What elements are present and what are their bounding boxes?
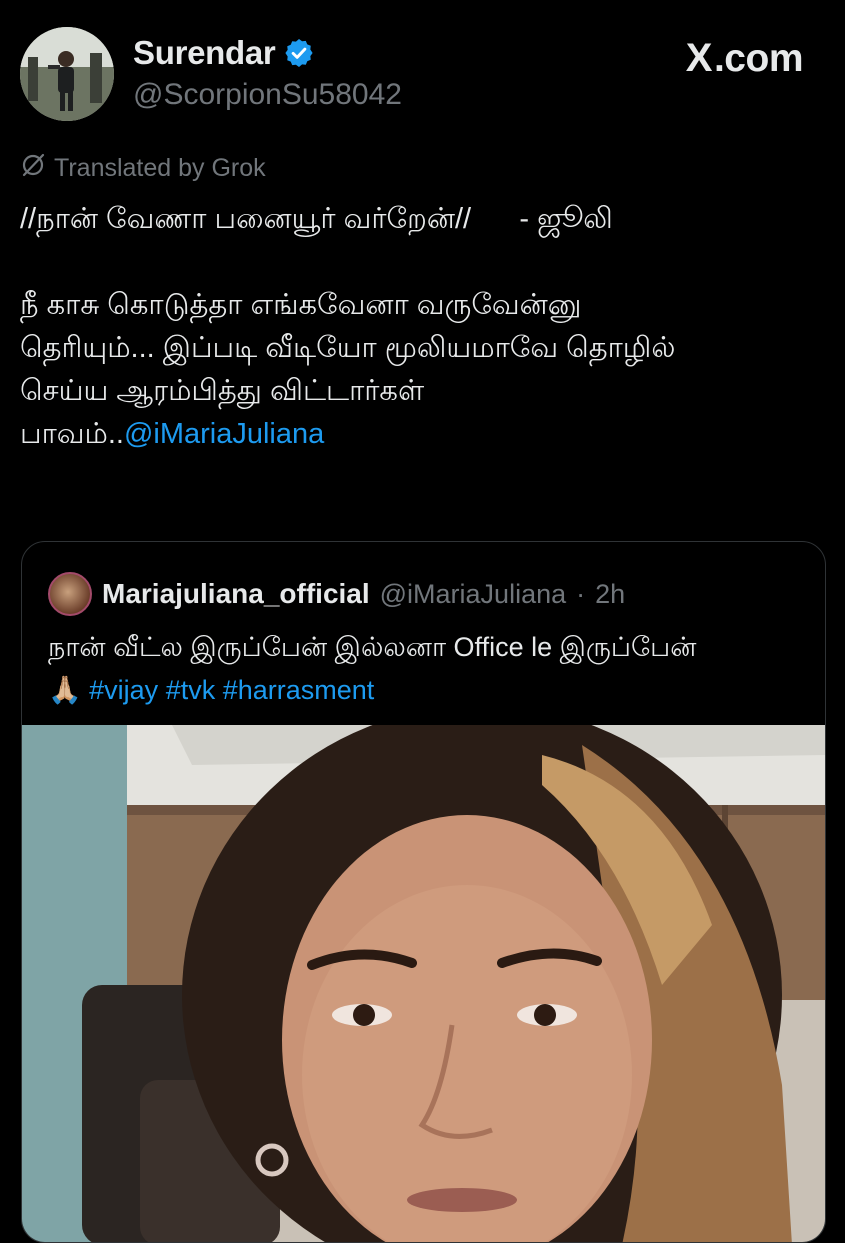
quoted-video-thumbnail[interactable] (22, 725, 825, 1242)
author-avatar-image (20, 27, 114, 121)
x-logo-text: .com (713, 36, 804, 80)
translation-label: Translated by Grok (54, 154, 266, 182)
x-logo: X .com (685, 36, 804, 81)
author-handle[interactable]: @ScorpionSu58042 (133, 78, 402, 112)
hashtag-link[interactable]: #vijay (89, 675, 158, 705)
hashtag-link[interactable]: #harrasment (223, 675, 375, 705)
author-avatar[interactable] (20, 27, 114, 121)
quoted-text-line: 🙏🏼 #vijay #tvk #harrasment (48, 669, 808, 712)
folded-hands-icon: 🙏🏼 (48, 675, 82, 706)
grok-slash-icon (20, 152, 46, 185)
quoted-post-card[interactable]: Mariajuliana_official @iMariaJuliana · 2… (21, 541, 826, 1243)
x-logo-icon: X (685, 36, 713, 80)
author-name-row[interactable]: Surendar (133, 34, 315, 72)
post-line: செய்ய ஆரம்பித்து விட்டார்கள் (20, 375, 425, 407)
post-line: நீ காசு கொடுத்தா எங்கவேனா வருவேன்னு (20, 289, 582, 321)
quoted-separator: · (576, 578, 586, 609)
author-display-name[interactable]: Surendar (133, 34, 276, 72)
post-line: தெரியும்... இப்படி வீடியோ மூலியமாவே தொழி… (20, 332, 676, 364)
quoted-author-avatar[interactable] (48, 572, 92, 616)
post-line-last: பாவம்..@iMariaJuliana (20, 413, 820, 456)
quoted-timestamp[interactable]: 2h (595, 579, 625, 610)
quoted-post-text: நான் வீட்ல இருப்பேன் இல்லனா Office le இர… (48, 626, 808, 712)
verified-badge-icon (283, 37, 315, 69)
post-text: //நான் வேணா பனையூர் வர்றேன்// - ஜூலி நீ … (20, 198, 820, 456)
quoted-author-name[interactable]: Mariajuliana_official (102, 578, 370, 610)
translation-notice[interactable]: Translated by Grok (20, 152, 266, 185)
post-line: //நான் வேணா பனையூர் வர்றேன்// - ஜூலி (20, 203, 613, 235)
quoted-author-handle[interactable]: @iMariaJuliana (380, 579, 566, 610)
mention-link[interactable]: @iMariaJuliana (124, 418, 324, 450)
hashtag-link[interactable]: #tvk (166, 675, 216, 705)
video-frame-image (22, 725, 825, 1242)
post-line-prefix: பாவம்.. (20, 418, 124, 450)
quoted-post-header: Mariajuliana_official @iMariaJuliana · 2… (48, 572, 625, 616)
quoted-text-line: நான் வீட்ல இருப்பேன் இல்லனா Office le இர… (48, 632, 697, 662)
